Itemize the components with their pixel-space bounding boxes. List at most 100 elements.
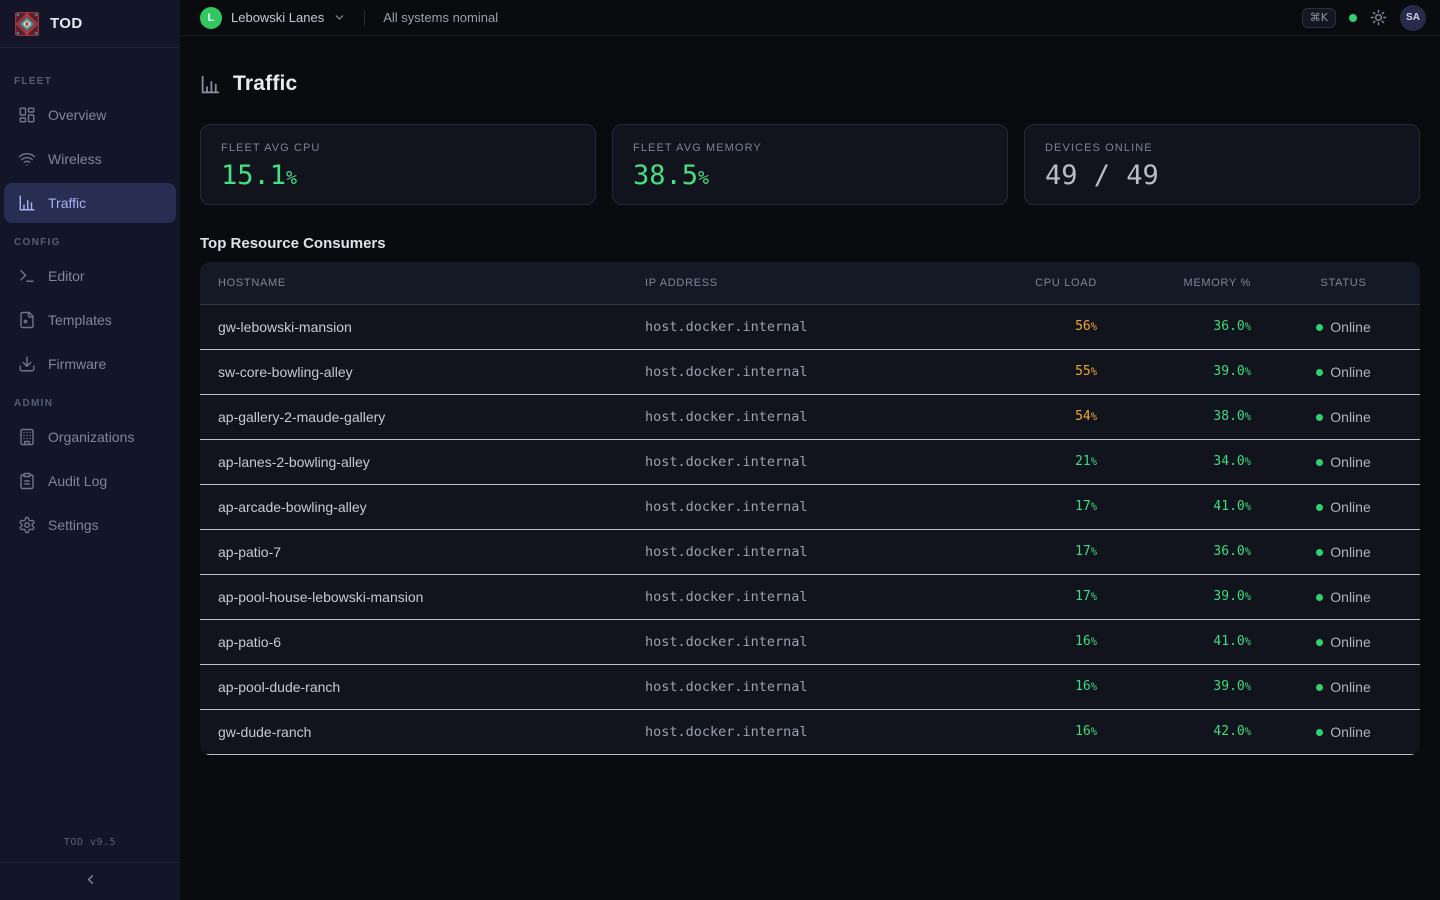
health-dot <box>1349 14 1357 22</box>
status-text: Online <box>1330 544 1370 560</box>
cell-ip: host.docker.internal <box>630 394 970 439</box>
online-dot-icon <box>1316 459 1323 466</box>
stats-row: FLEET AVG CPU 15.1% FLEET AVG MEMORY 38.… <box>200 124 1420 205</box>
topbar: L Lebowski Lanes All systems nominal ⌘K … <box>180 0 1440 36</box>
terminal-icon <box>18 267 36 285</box>
main-area: L Lebowski Lanes All systems nominal ⌘K … <box>180 0 1440 900</box>
bar-chart-icon <box>200 74 221 95</box>
system-status-text: All systems nominal <box>383 10 498 25</box>
stat-card-fleet-avg-memory: FLEET AVG MEMORY 38.5% <box>612 124 1008 205</box>
table-row[interactable]: ap-lanes-2-bowling-alley host.docker.int… <box>200 439 1420 484</box>
theme-toggle-button[interactable] <box>1370 9 1387 26</box>
download-icon <box>18 355 36 373</box>
user-avatar[interactable]: SA <box>1400 5 1426 31</box>
online-dot-icon <box>1316 684 1323 691</box>
cell-ip: host.docker.internal <box>630 574 970 619</box>
online-dot-icon <box>1316 414 1323 421</box>
sidebar-item-label: Overview <box>48 107 106 123</box>
sidebar-item-organizations[interactable]: Organizations <box>4 417 176 457</box>
stat-label: DEVICES ONLINE <box>1045 142 1399 154</box>
cell-hostname: ap-patio-7 <box>200 529 630 574</box>
column-header-status: STATUS <box>1267 262 1420 304</box>
app-logo-icon <box>14 11 40 37</box>
sidebar-collapse-button[interactable] <box>0 862 180 900</box>
topbar-divider <box>364 10 365 26</box>
org-switcher[interactable]: L Lebowski Lanes <box>200 7 346 29</box>
sidebar-item-audit-log[interactable]: Audit Log <box>4 461 176 501</box>
table-row[interactable]: ap-arcade-bowling-alley host.docker.inte… <box>200 484 1420 529</box>
cell-cpu: 16% <box>970 709 1113 754</box>
sidebar-section-admin: ADMIN Organizations Audit Log Settings <box>0 398 180 545</box>
cell-memory: 38.0% <box>1113 394 1267 439</box>
cell-ip: host.docker.internal <box>630 349 970 394</box>
table-row[interactable]: gw-lebowski-mansion host.docker.internal… <box>200 304 1420 349</box>
cell-hostname: ap-lanes-2-bowling-alley <box>200 439 630 484</box>
status-text: Online <box>1330 409 1370 425</box>
cell-memory: 36.0% <box>1113 529 1267 574</box>
cell-hostname: ap-pool-house-lebowski-mansion <box>200 574 630 619</box>
sidebar-item-label: Editor <box>48 268 85 284</box>
status-text: Online <box>1330 454 1370 470</box>
cell-status: Online <box>1267 439 1420 484</box>
column-header-memory: MEMORY % <box>1113 262 1267 304</box>
sidebar-item-overview[interactable]: Overview <box>4 95 176 135</box>
table-row[interactable]: ap-pool-dude-ranch host.docker.internal … <box>200 664 1420 709</box>
cell-status: Online <box>1267 304 1420 349</box>
chevron-down-icon <box>333 11 346 24</box>
table-row[interactable]: ap-patio-6 host.docker.internal 16% 41.0… <box>200 619 1420 664</box>
online-dot-icon <box>1316 729 1323 736</box>
table-row[interactable]: sw-core-bowling-alley host.docker.intern… <box>200 349 1420 394</box>
table-row[interactable]: ap-pool-house-lebowski-mansion host.dock… <box>200 574 1420 619</box>
cell-cpu: 21% <box>970 439 1113 484</box>
cell-ip: host.docker.internal <box>630 664 970 709</box>
status-text: Online <box>1330 634 1370 650</box>
status-text: Online <box>1330 679 1370 695</box>
cell-status: Online <box>1267 709 1420 754</box>
cell-memory: 39.0% <box>1113 664 1267 709</box>
cell-status: Online <box>1267 394 1420 439</box>
cell-cpu: 17% <box>970 529 1113 574</box>
sidebar-section-fleet: FLEET Overview Wireless Traffic <box>0 76 180 223</box>
cell-cpu: 17% <box>970 484 1113 529</box>
cell-hostname: ap-gallery-2-maude-gallery <box>200 394 630 439</box>
stat-value: 49 / 49 <box>1045 161 1399 191</box>
table-header-row: HOSTNAME IP ADDRESS CPU LOAD MEMORY % ST… <box>200 262 1420 304</box>
cell-cpu: 16% <box>970 619 1113 664</box>
sidebar-item-label: Traffic <box>48 195 86 211</box>
page-title: Traffic <box>233 72 297 96</box>
sidebar-section-config: CONFIG Editor Templates Firmware <box>0 237 180 384</box>
sidebar-section-label: CONFIG <box>14 237 180 248</box>
stat-label: FLEET AVG MEMORY <box>633 142 987 154</box>
sidebar-item-settings[interactable]: Settings <box>4 505 176 545</box>
cell-ip: host.docker.internal <box>630 304 970 349</box>
table-row[interactable]: ap-patio-7 host.docker.internal 17% 36.0… <box>200 529 1420 574</box>
sidebar-section-label: ADMIN <box>14 398 180 409</box>
cell-memory: 34.0% <box>1113 439 1267 484</box>
sidebar-item-label: Audit Log <box>48 473 107 489</box>
cell-hostname: ap-patio-6 <box>200 619 630 664</box>
sun-icon <box>1370 9 1387 26</box>
sidebar-item-templates[interactable]: Templates <box>4 300 176 340</box>
cell-hostname: ap-arcade-bowling-alley <box>200 484 630 529</box>
sidebar-item-editor[interactable]: Editor <box>4 256 176 296</box>
sidebar-item-wireless[interactable]: Wireless <box>4 139 176 179</box>
table-row[interactable]: gw-dude-ranch host.docker.internal 16% 4… <box>200 709 1420 754</box>
cell-status: Online <box>1267 574 1420 619</box>
sidebar-item-label: Wireless <box>48 151 102 167</box>
command-palette-shortcut[interactable]: ⌘K <box>1302 8 1336 28</box>
cell-cpu: 55% <box>970 349 1113 394</box>
cell-ip: host.docker.internal <box>630 709 970 754</box>
dashboard-icon <box>18 106 36 124</box>
org-name: Lebowski Lanes <box>231 10 324 25</box>
online-dot-icon <box>1316 324 1323 331</box>
cell-cpu: 54% <box>970 394 1113 439</box>
table-row[interactable]: ap-gallery-2-maude-gallery host.docker.i… <box>200 394 1420 439</box>
sidebar-item-firmware[interactable]: Firmware <box>4 344 176 384</box>
cell-status: Online <box>1267 484 1420 529</box>
online-dot-icon <box>1316 594 1323 601</box>
sidebar-item-traffic[interactable]: Traffic <box>4 183 176 223</box>
cell-status: Online <box>1267 349 1420 394</box>
cell-memory: 36.0% <box>1113 304 1267 349</box>
sidebar-item-label: Settings <box>48 517 99 533</box>
status-text: Online <box>1330 364 1370 380</box>
